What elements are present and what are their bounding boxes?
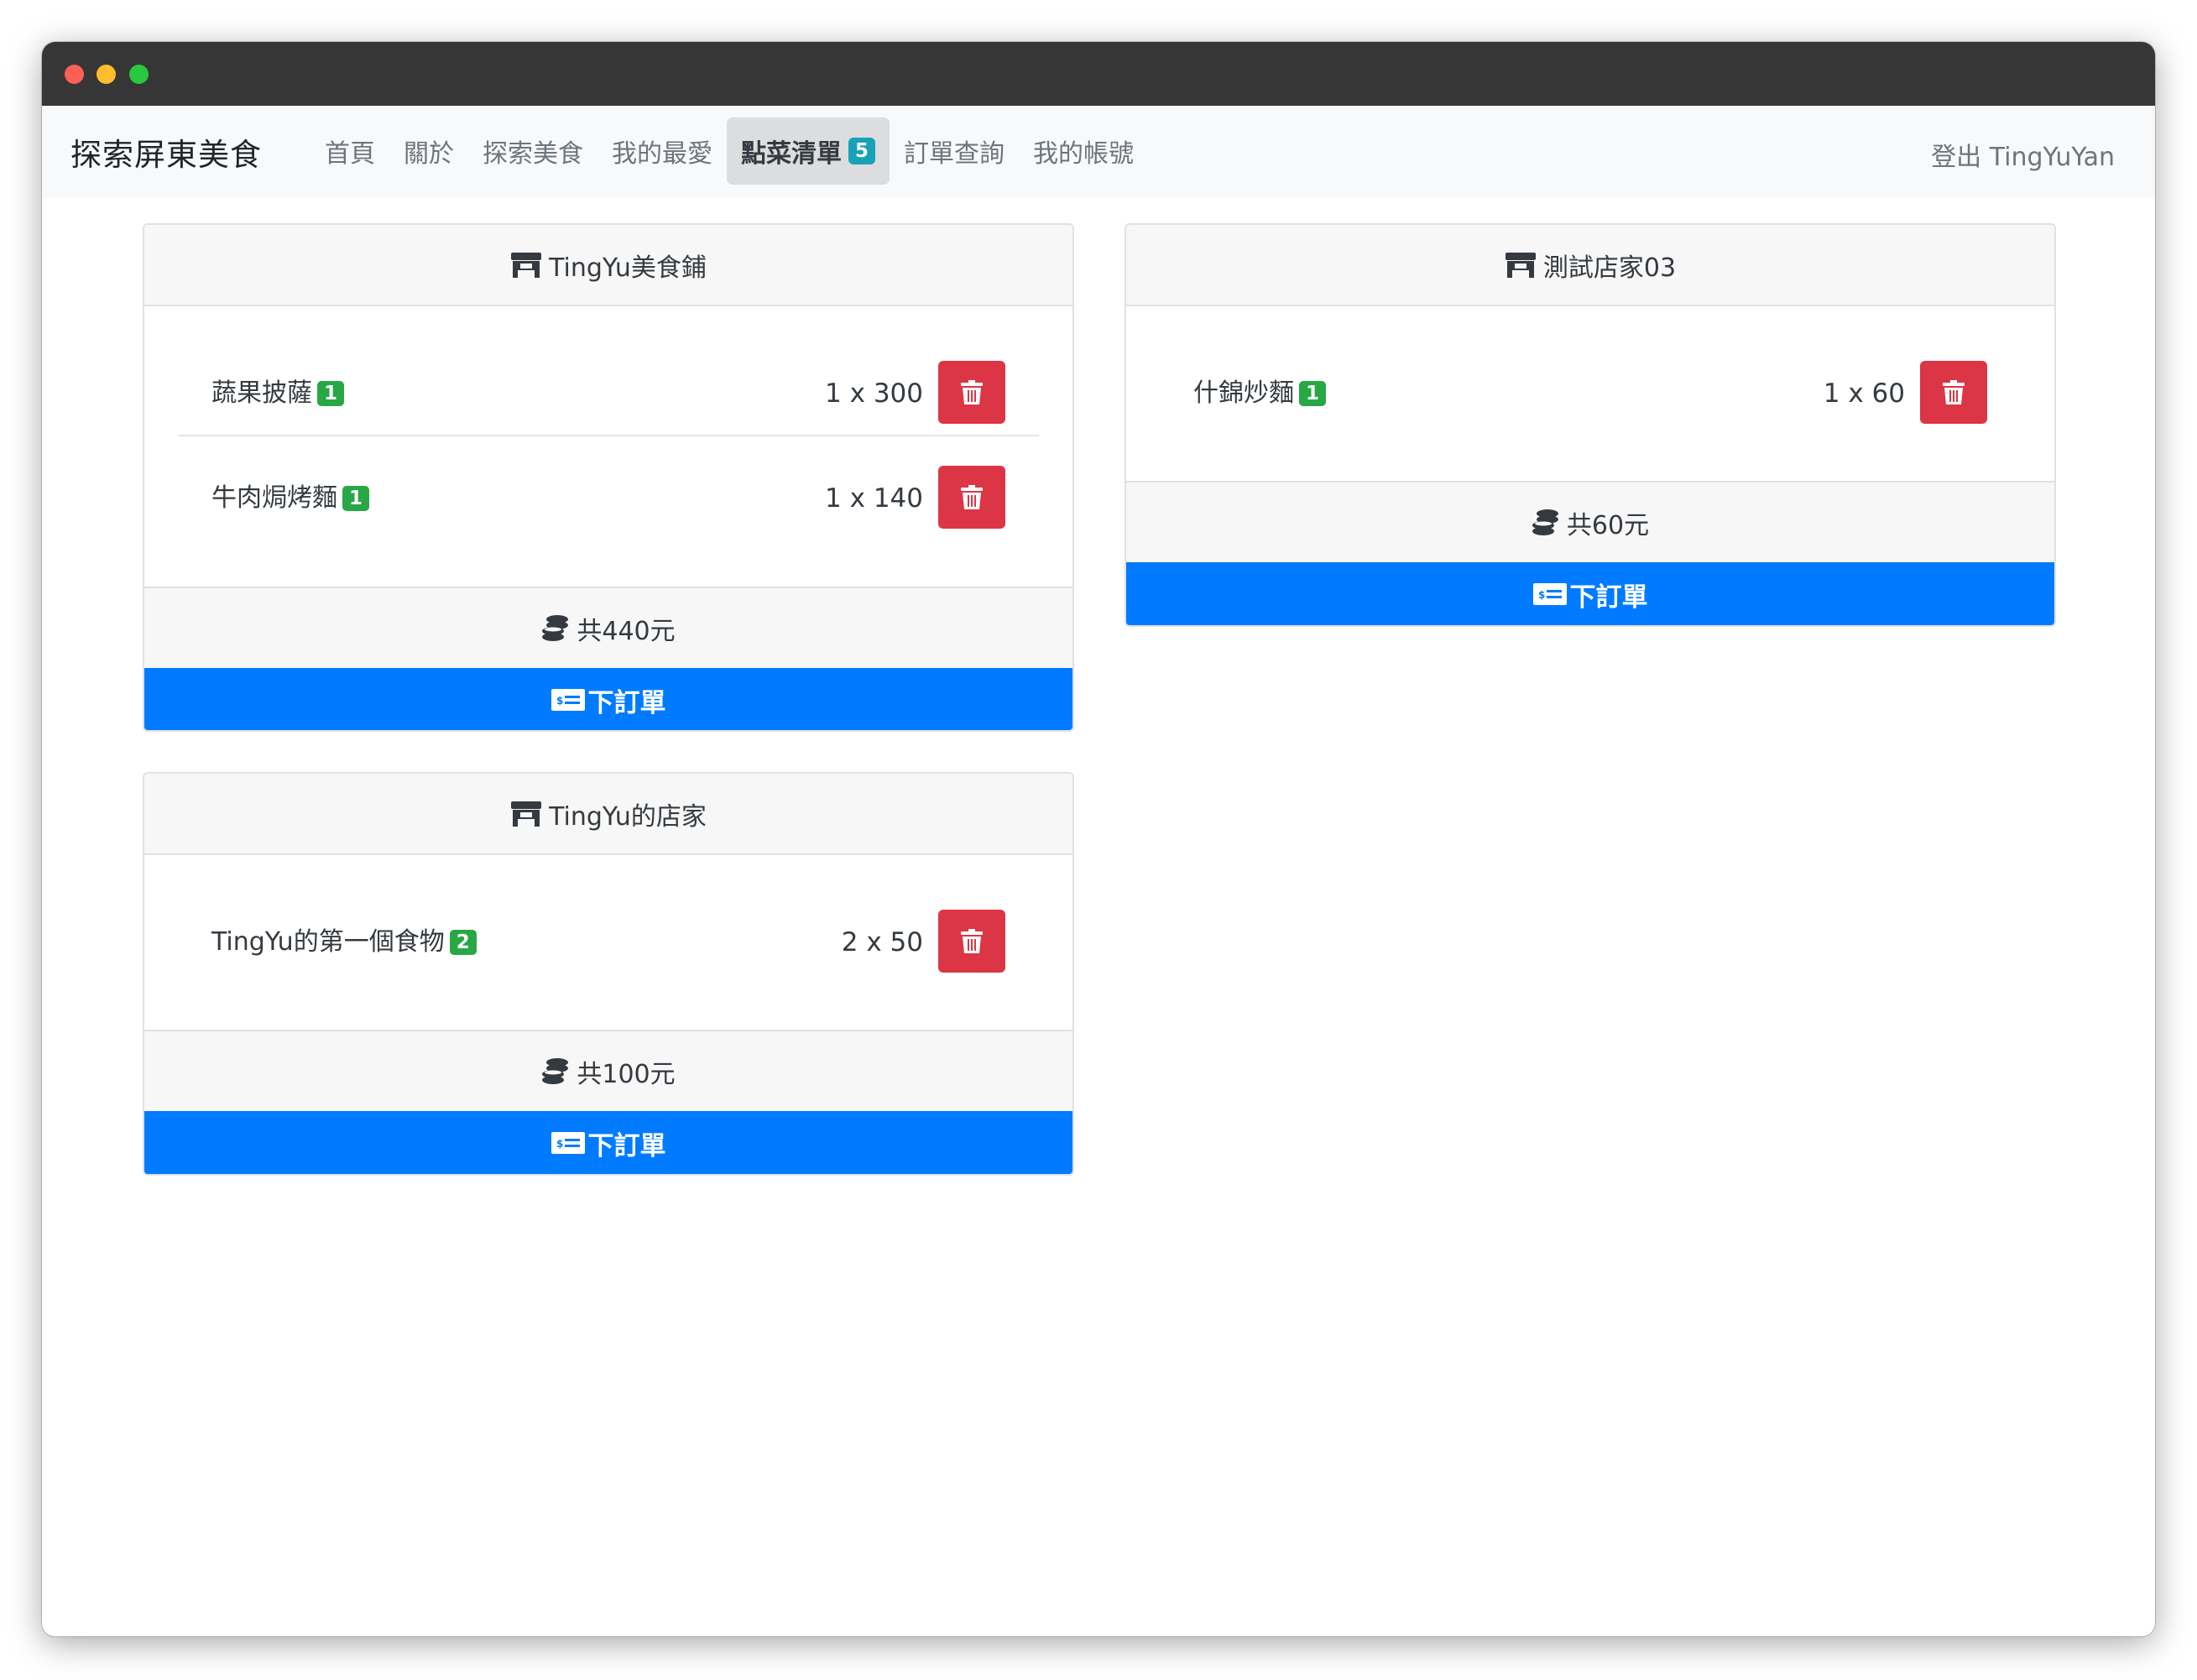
store-cart-card: 測試店家03 什錦炒麵 1 1 x 60 共60元 $ 下訂單: [1125, 223, 2056, 627]
item-name: TingYu的第一個食物 2: [211, 921, 477, 957]
place-order-button[interactable]: $ 下訂單: [144, 668, 1072, 730]
svg-text:$: $: [556, 1138, 563, 1150]
delete-item-button[interactable]: [938, 466, 1005, 529]
minimize-window-button[interactable]: [97, 65, 116, 84]
store-header: TingYu美食鋪: [144, 225, 1072, 306]
trash-icon: [961, 484, 983, 509]
svg-text:$: $: [1538, 589, 1545, 601]
coins-icon: [541, 1057, 570, 1086]
money-bill-icon: $: [551, 689, 585, 711]
cart-item: TingYu的第一個食物 2 2 x 50: [178, 889, 1039, 981]
item-price: 2 x 50: [841, 927, 923, 957]
cart-total: 共440元: [144, 587, 1072, 668]
total-amount: 共60元: [1566, 510, 1650, 540]
trash-icon: [961, 379, 983, 404]
store-cart-card: TingYu美食鋪 蔬果披薩1 1 x 300 牛肉焗烤麵1 1 x 140: [143, 223, 1074, 732]
order-button-label: 下訂單: [587, 1130, 666, 1161]
navbar: 探索屏東美食 首頁 關於 探索美食 我的最愛 點菜清單 5 訂單查詢 我的帳號 …: [42, 106, 2155, 198]
delete-item-button[interactable]: [938, 910, 1005, 973]
cart-item: 牛肉焗烤麵 1 1 x 140: [178, 445, 1039, 537]
store-name: 測試店家03: [1542, 253, 1677, 283]
nav-item-about[interactable]: 關於: [389, 117, 468, 185]
quantity-badge: 1: [1299, 381, 1327, 406]
store-icon: [1505, 252, 1537, 279]
nav-item-order-query[interactable]: 訂單查詢: [890, 117, 1019, 185]
cart-item: 蔬果披薩 1 1 x 300: [178, 340, 1039, 432]
cart-total: 共100元: [144, 1030, 1072, 1111]
nav-item-label: 點菜清單: [741, 139, 842, 169]
store-header: 測試店家03: [1126, 225, 2054, 306]
money-bill-icon: $: [1532, 583, 1567, 605]
nav-item-explore[interactable]: 探索美食: [468, 117, 598, 185]
window-titlebar: [42, 42, 2155, 106]
order-button-label: 下訂單: [1569, 582, 1648, 613]
cart-count-badge: 5: [848, 138, 876, 164]
nav-menu: 首頁 關於 探索美食 我的最愛 點菜清單 5 訂單查詢 我的帳號: [311, 117, 1148, 185]
delete-item-button[interactable]: [1920, 361, 1987, 424]
nav-item-favorites[interactable]: 我的最愛: [598, 117, 727, 185]
item-divider: [178, 435, 1039, 436]
trash-icon: [1943, 379, 1965, 404]
item-name: 牛肉焗烤麵 1: [211, 477, 370, 514]
brand-link[interactable]: 探索屏東美食: [70, 129, 262, 175]
money-bill-icon: $: [551, 1132, 585, 1154]
order-button-label: 下訂單: [587, 687, 666, 718]
trash-icon: [961, 928, 983, 953]
nav-item-home[interactable]: 首頁: [311, 117, 389, 185]
coins-icon: [541, 614, 570, 643]
store-icon: [510, 801, 542, 827]
svg-text:$: $: [556, 695, 563, 707]
store-name: TingYu的店家: [549, 801, 707, 832]
place-order-button[interactable]: $ 下訂單: [1126, 562, 2054, 625]
item-price: 1 x 60: [1823, 378, 1905, 409]
quantity-badge: 2: [449, 930, 477, 955]
store-cart-card: TingYu的店家 TingYu的第一個食物 2 2 x 50 共100元 $ 下…: [143, 772, 1074, 1176]
nav-item-order-list[interactable]: 點菜清單 5: [727, 117, 890, 185]
quantity-badge: 1: [317, 381, 345, 406]
total-amount: 共440元: [577, 616, 676, 646]
cart-total: 共60元: [1126, 481, 2054, 562]
close-window-button[interactable]: [65, 65, 84, 84]
item-price: 1 x 140: [825, 483, 923, 514]
place-order-button[interactable]: $ 下訂單: [144, 1111, 1072, 1174]
delete-item-button[interactable]: [938, 361, 1005, 424]
store-header: TingYu的店家: [144, 774, 1072, 855]
store-icon: [510, 252, 542, 279]
quantity-badge: 1: [342, 486, 370, 511]
item-name: 什錦炒麵 1: [1193, 372, 1327, 409]
cart-item: 什錦炒麵 1 1 x 60: [1160, 340, 2021, 432]
store-name: TingYu美食鋪: [549, 253, 707, 283]
browser-window: 探索屏東美食 首頁 關於 探索美食 我的最愛 點菜清單 5 訂單查詢 我的帳號 …: [42, 42, 2155, 1636]
logout-link[interactable]: 登出 TingYuYan: [1931, 136, 2115, 173]
item-price: 1 x 300: [825, 378, 923, 409]
nav-item-account[interactable]: 我的帳號: [1019, 117, 1148, 185]
maximize-window-button[interactable]: [129, 65, 149, 84]
coins-icon: [1532, 509, 1560, 537]
item-name: 蔬果披薩 1: [211, 372, 345, 409]
total-amount: 共100元: [577, 1059, 676, 1089]
